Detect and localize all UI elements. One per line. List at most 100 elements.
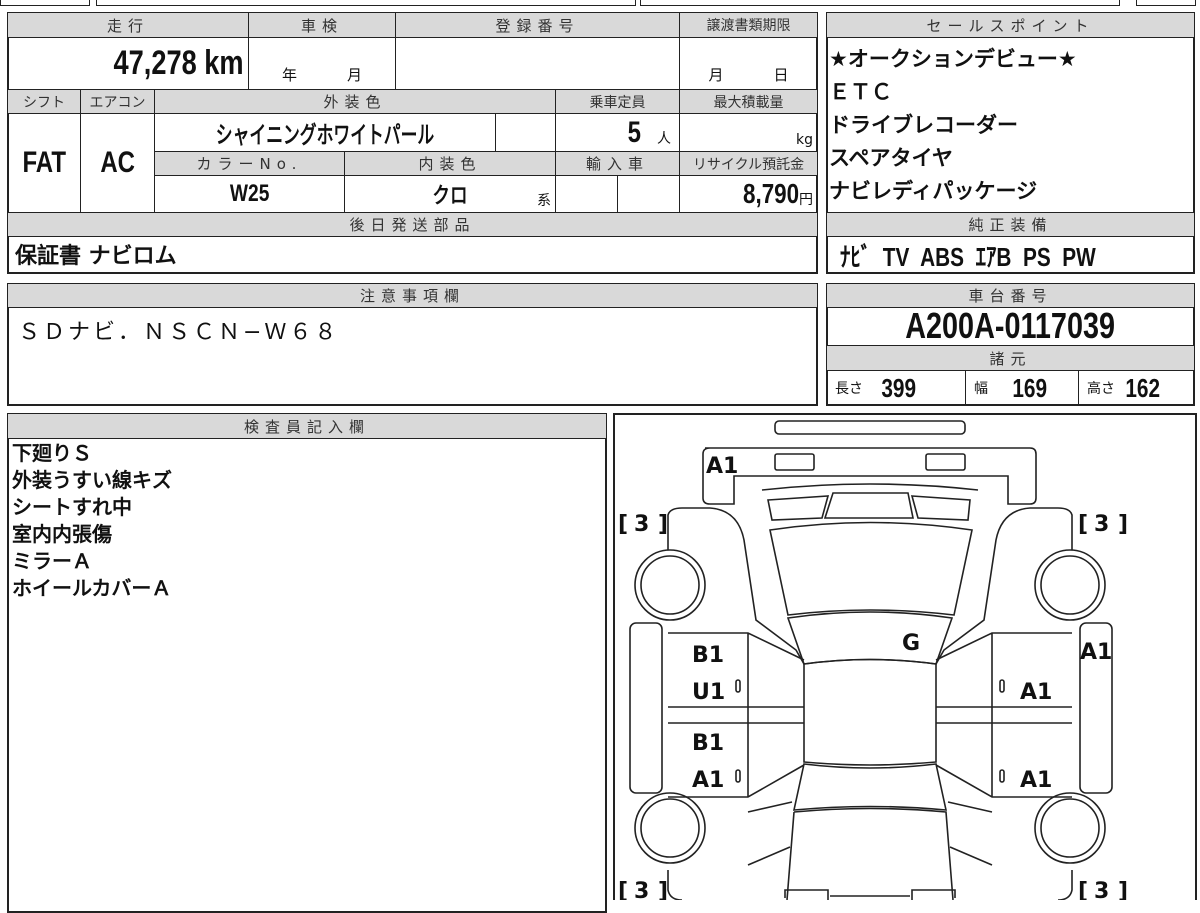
sales-list: ★オークションデビュー★ ＥＴＣ ドライブレコーダー スペアタイヤ ナビレディパ…	[826, 43, 1195, 208]
shaken-label: 車検	[248, 12, 396, 38]
mark-left-front-door-1: B1	[692, 643, 724, 668]
trunk	[786, 807, 954, 900]
grille-parts	[767, 492, 971, 521]
length-value: 399	[881, 372, 917, 403]
color-no-label: カラーNo.	[154, 151, 345, 176]
inspector-item: 外装うすい線キズ	[12, 468, 172, 492]
import-cell-2	[617, 175, 680, 213]
shift-label: シフト	[7, 89, 81, 114]
right-front-fender	[935, 507, 1073, 665]
transfer-day: 日	[773, 66, 789, 84]
tire-front-left: 3	[634, 512, 649, 537]
transfer-label: 譲渡書類期限	[679, 12, 818, 38]
recycle-value: 8,790	[742, 178, 799, 209]
ext-color-cell: シャイニングホワイトパール	[154, 113, 496, 152]
mark-right-side: A1	[1080, 640, 1112, 665]
svg-text:[: [	[1078, 879, 1088, 900]
chassis-cell: A200A-0117039	[826, 307, 1195, 346]
mark-front-bumper: A1	[706, 454, 738, 479]
equipment-value: ﾅﾋﾞ TV ABS ｴｱB PS PW	[840, 241, 1096, 272]
chassis-value: A200A-0117039	[905, 307, 1116, 346]
int-color-value: クロ	[432, 183, 468, 208]
inspector-item: ホイールカバーＡ	[12, 576, 172, 600]
int-color-label: 内装色	[344, 151, 556, 176]
roof	[803, 658, 937, 766]
height-label: 高さ	[1087, 381, 1115, 397]
right-front-wheel	[1040, 555, 1100, 615]
svg-text:[: [	[618, 879, 628, 900]
recycle-cell: 8,790 円	[679, 175, 818, 213]
int-color-cell: クロ 系	[344, 175, 556, 213]
front-spoiler	[774, 420, 966, 435]
height-value: 162	[1125, 372, 1161, 403]
inspector-item: 下廻りＳ	[12, 441, 92, 465]
left-front-fender	[667, 507, 805, 665]
ext-color-extra	[495, 113, 556, 152]
mark-right-front-door: A1	[1020, 680, 1052, 705]
car-damage-diagram: A1 G B1 U1 B1 A1 A1 A1 A1 [3] [3] [3] [3…	[613, 413, 1197, 900]
inspector-item: シートすれ中	[12, 495, 132, 519]
shaken-cell: 年月	[248, 37, 396, 90]
svg-text:[: [	[618, 512, 628, 537]
later-parts-cell: 保証書 ナビロム	[7, 236, 818, 274]
length-cell: 長さ 399	[826, 370, 966, 406]
reg-label: 登録番号	[395, 12, 680, 38]
sales-label: セールスポイント	[826, 12, 1195, 38]
shaken-year: 年	[281, 66, 297, 84]
right-rear-wheel	[1040, 798, 1100, 858]
top-strip-box	[1136, 0, 1196, 6]
load-unit: kg	[796, 132, 813, 148]
recycle-unit: 円	[799, 192, 813, 208]
notes-value: ＳＤナビ．ＮＳＣＮ−Ｗ６８	[18, 320, 340, 345]
inspector-list: 下廻りＳ 外装うすい線キズ シートすれ中 室内内張傷 ミラーＡ ホイールカバーＡ	[7, 440, 172, 602]
length-label: 長さ	[835, 381, 863, 397]
svg-text:[: [	[1078, 512, 1088, 537]
later-parts-value: 保証書 ナビロム	[15, 244, 177, 269]
mark-left-rear-door-2: A1	[692, 768, 724, 793]
headlight-left	[774, 453, 815, 471]
svg-text:]: ]	[1118, 879, 1128, 900]
ext-color-label: 外装色	[154, 89, 556, 114]
sales-item: ドライブレコーダー	[829, 113, 1018, 137]
svg-text:]: ]	[1118, 512, 1128, 537]
left-front-wheel	[640, 555, 700, 615]
shaken-month: 月	[347, 66, 363, 84]
color-no-cell: W25	[154, 175, 345, 213]
left-side-sill	[629, 622, 663, 794]
top-strip-box	[96, 0, 636, 6]
windshield	[786, 611, 954, 665]
headlight-right	[925, 453, 966, 471]
mileage-cell: 47,278 km	[7, 37, 249, 90]
rear-bumper	[784, 889, 956, 900]
mark-right-rear-door: A1	[1020, 768, 1052, 793]
import-cell-1	[555, 175, 618, 213]
reg-cell	[395, 37, 680, 90]
ac-value: AC	[100, 146, 135, 179]
svg-text:]: ]	[658, 879, 668, 900]
rear-glass	[792, 763, 948, 811]
hood-front-edge	[761, 483, 979, 491]
load-cell: kg	[679, 113, 818, 152]
sales-item: ＥＴＣ	[829, 80, 892, 104]
mark-left-rear-door-1: B1	[692, 731, 724, 756]
capacity-value: 5	[627, 115, 642, 149]
sales-item: ナビレディパッケージ	[829, 179, 1038, 203]
inspector-label: 検査員記入欄	[7, 413, 607, 439]
recycle-label: リサイクル預託金	[679, 151, 818, 176]
hood	[769, 521, 973, 616]
ac-label: エアコン	[80, 89, 155, 114]
top-strip-box	[0, 0, 90, 6]
ext-color-value: シャイニングホワイトパール	[215, 122, 435, 149]
top-strip-box	[640, 0, 1120, 6]
inspector-item: ミラーＡ	[12, 549, 92, 573]
specs-label: 諸元	[826, 345, 1195, 371]
transfer-cell: 月日	[679, 37, 818, 90]
tire-rear-right: 3	[1094, 879, 1109, 900]
mileage-label: 走行	[7, 12, 249, 38]
color-no-value: W25	[229, 180, 270, 207]
front-bumper	[702, 447, 1037, 505]
load-label: 最大積載量	[679, 89, 818, 114]
width-value: 169	[1012, 372, 1048, 403]
inspector-item: 室内内張傷	[12, 522, 112, 546]
transfer-month: 月	[708, 66, 724, 84]
